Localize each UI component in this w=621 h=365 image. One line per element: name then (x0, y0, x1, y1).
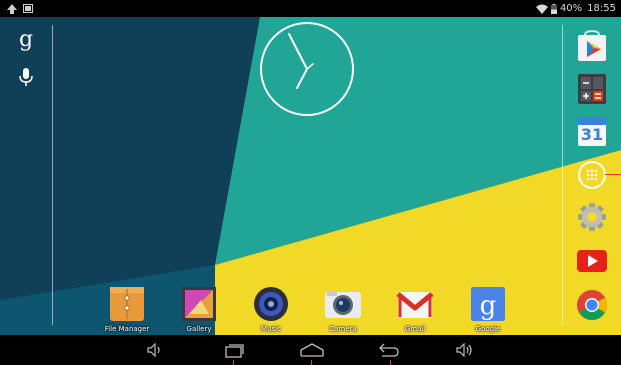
navigation-bar (0, 335, 621, 365)
back-button[interactable] (374, 335, 404, 365)
calendar-day: 31 (580, 125, 604, 144)
search-divider (52, 25, 53, 325)
all-apps-icon[interactable] (575, 158, 609, 192)
youtube-icon[interactable] (575, 244, 609, 278)
home-screen: 40% 18:55 g 31 File Manager Gallery Musi… (0, 0, 621, 365)
gmail-icon (396, 292, 434, 318)
clock-hour-hand (296, 68, 308, 89)
music-icon (254, 287, 288, 321)
settings-icon[interactable] (575, 200, 609, 234)
home-button[interactable] (296, 335, 328, 365)
recent-apps-icon (225, 344, 244, 358)
app-gallery[interactable]: Gallery (169, 284, 229, 333)
wifi-icon (535, 4, 548, 14)
recent-apps-button[interactable] (220, 335, 250, 365)
play-store-icon[interactable] (575, 29, 609, 63)
nav-marker (311, 360, 312, 365)
volume-up-button[interactable] (450, 335, 480, 365)
search-bar (0, 17, 54, 335)
red-marker-line (605, 174, 621, 175)
app-file-manager[interactable]: File Manager (97, 284, 157, 333)
app-label: File Manager (104, 325, 150, 333)
nav-marker (233, 360, 234, 365)
hotseat-divider (562, 25, 563, 325)
battery-percent: 40% (559, 3, 583, 14)
app-gmail[interactable]: Gmail (385, 284, 445, 333)
calendar-icon[interactable]: 31 (575, 115, 609, 149)
upload-icon (7, 3, 17, 14)
battery-icon (550, 3, 557, 14)
status-system: 40% 18:55 (535, 0, 616, 17)
app-label: Music (261, 325, 281, 333)
status-bar: 40% 18:55 (0, 0, 621, 17)
app-label: Camera (329, 325, 357, 333)
google-search-icon[interactable]: g (14, 26, 38, 54)
app-google[interactable]: g Google (458, 284, 518, 333)
app-camera[interactable]: Camera (313, 284, 373, 333)
clock-minute-hand (288, 33, 308, 70)
volume-up-icon (456, 343, 472, 357)
status-clock: 18:55 (587, 3, 616, 14)
app-music[interactable]: Music (241, 284, 301, 333)
app-label: Google (475, 325, 501, 333)
back-icon (379, 343, 399, 357)
file-manager-icon (110, 287, 144, 321)
status-notifications (7, 0, 33, 17)
app-label: Gallery (186, 325, 212, 333)
gallery-icon (182, 287, 216, 321)
nav-marker (390, 360, 391, 365)
google-icon: g (471, 287, 505, 321)
volume-down-button[interactable] (140, 335, 170, 365)
home-icon (300, 343, 324, 357)
voice-search-icon[interactable] (17, 67, 35, 87)
screenshot-icon (23, 4, 33, 13)
volume-down-icon (147, 343, 160, 357)
svg-text:g: g (480, 291, 497, 321)
chrome-icon[interactable] (575, 288, 609, 322)
analog-clock-widget[interactable] (258, 20, 356, 118)
camera-icon (325, 292, 361, 318)
svg-text:g: g (19, 27, 33, 52)
calculator-icon[interactable] (575, 72, 609, 106)
app-label: Gmail (404, 325, 426, 333)
